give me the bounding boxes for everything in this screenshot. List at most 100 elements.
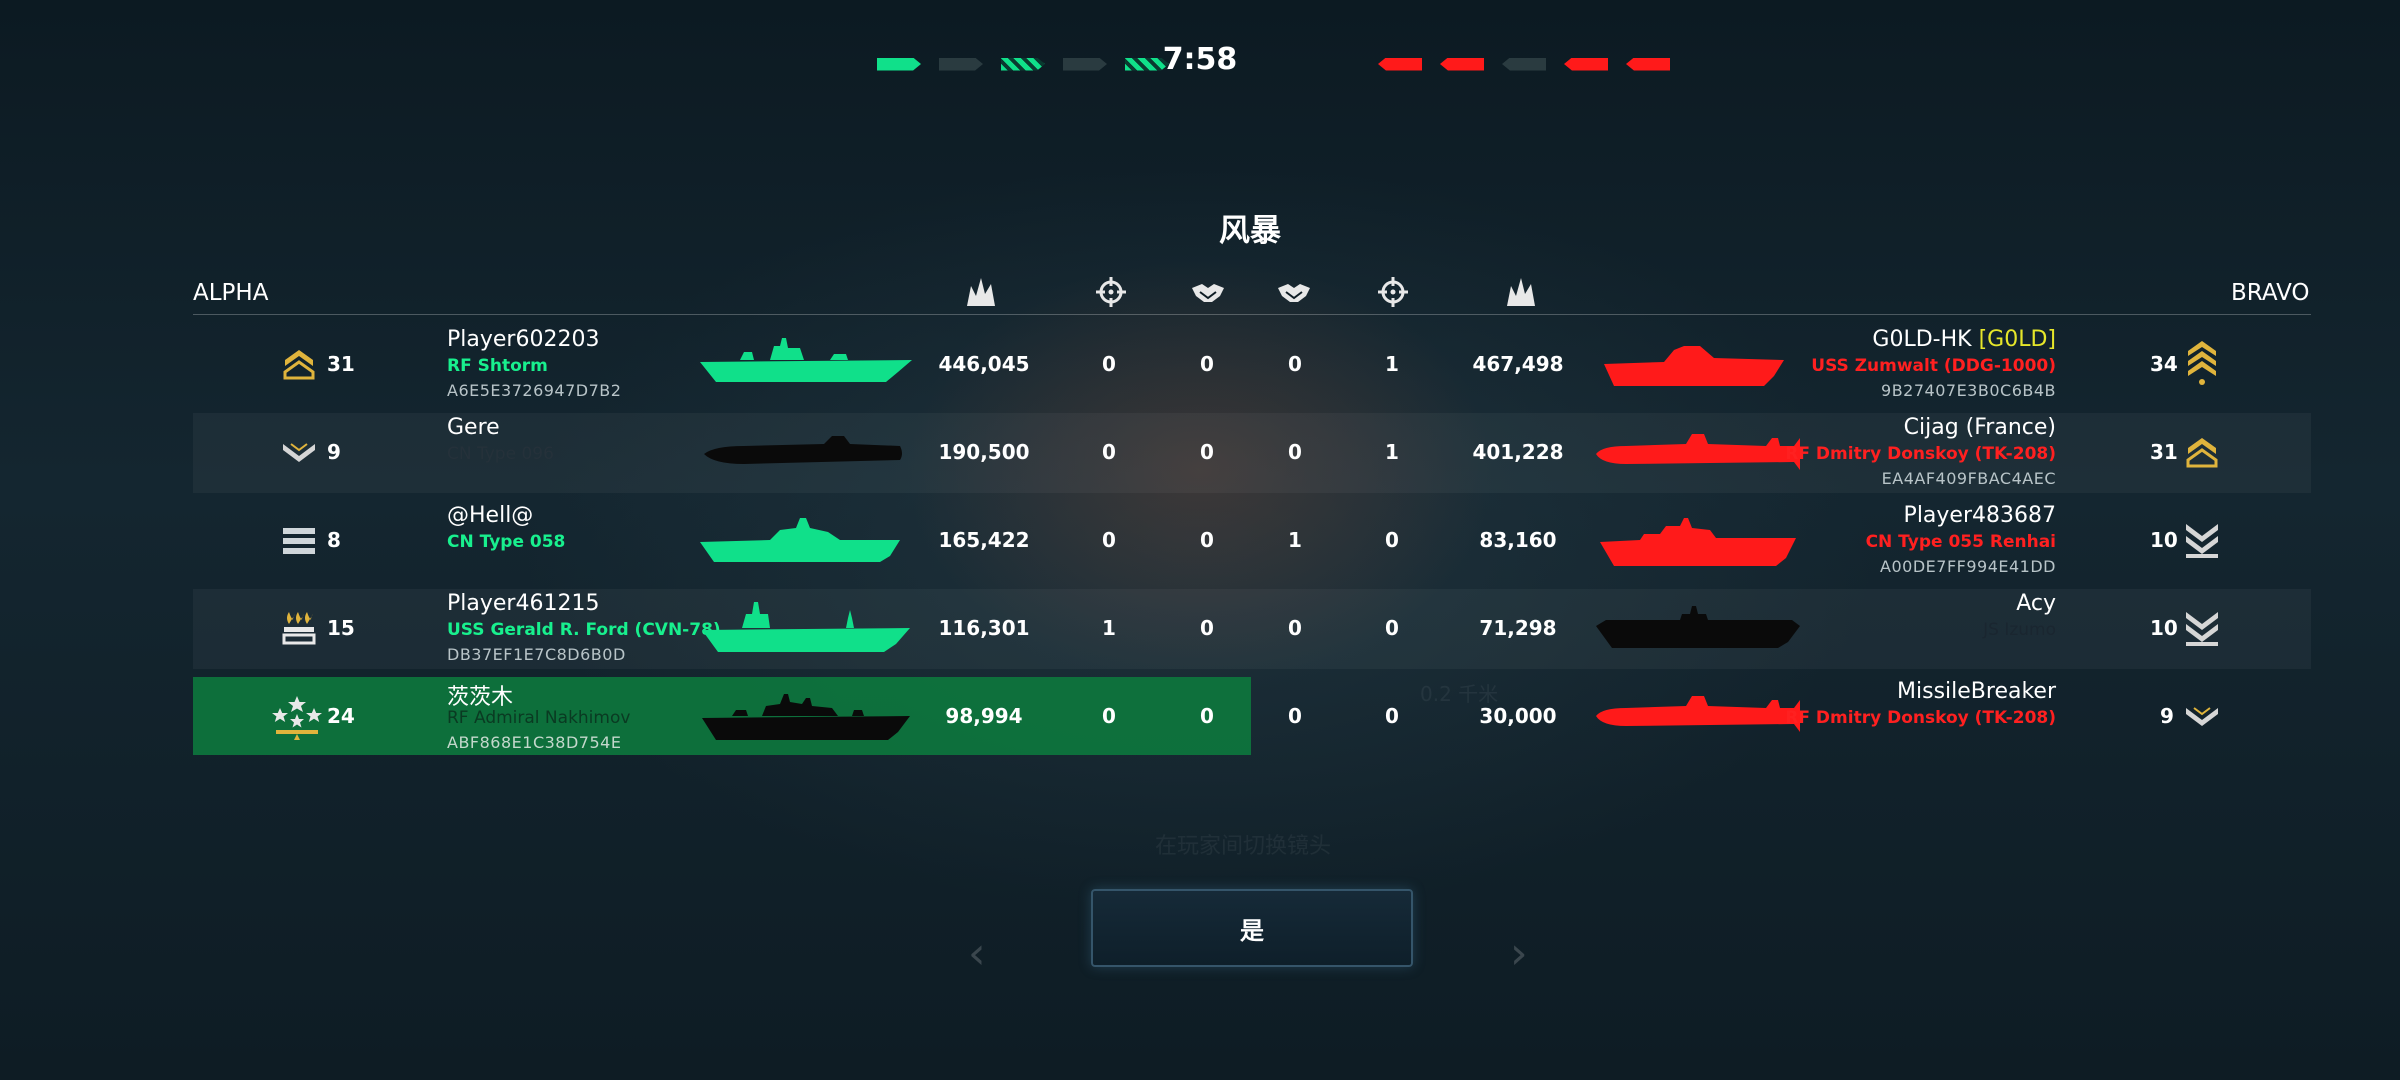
alpha-damage: 190,500: [938, 440, 1030, 464]
confirm-button[interactable]: 是: [1091, 889, 1413, 967]
bravo-assists: 0: [1288, 352, 1302, 376]
player-ship: USS Gerald R. Ford (CVN-78): [447, 620, 721, 640]
flames-rank-icon: [282, 612, 316, 645]
player-name[interactable]: @Hell@: [447, 503, 533, 528]
ship-silhouette-icon: [702, 602, 910, 652]
player-id: EA4AF409FBAC4AEC: [1881, 469, 2056, 488]
alpha-assists: 0: [1200, 352, 1214, 376]
match-timer: 7:58: [1162, 42, 1238, 77]
player-id: A6E5E3726947D7B2: [447, 381, 622, 400]
bravo-assists: 0: [1288, 704, 1302, 728]
player-level: 34: [2150, 352, 2178, 376]
player-name[interactable]: Acy: [2016, 591, 2056, 616]
bravo-kills: 0: [1385, 704, 1399, 728]
team-alpha-label: ALPHA: [193, 280, 269, 306]
alpha-kills: 0: [1102, 704, 1116, 728]
damage-icon: [967, 278, 995, 306]
bravo-kills: 0: [1385, 528, 1399, 552]
silver-double-chevron-rank-icon: [2186, 524, 2218, 558]
header-divider: [193, 314, 2311, 315]
distance-hint: 0.2 千米: [1420, 682, 1499, 706]
bravo-damage: 71,298: [1479, 616, 1557, 640]
prev-player-arrow-icon: ‹: [968, 928, 986, 979]
player-id: 9B27407E3B0C6B4B: [1881, 381, 2056, 400]
player-ship: RF Dmitry Donskoy (TK-208): [1785, 708, 2056, 728]
alpha-kills: 1: [1102, 616, 1116, 640]
player-name[interactable]: MissileBreaker: [1897, 679, 2056, 704]
player-ship: USS Zumwalt (DDG-1000): [1811, 356, 2056, 376]
player-level: 15: [327, 616, 355, 640]
bravo-point-2: [1440, 57, 1484, 71]
alpha-point-3: [1001, 57, 1045, 71]
bravo-assists: 0: [1288, 440, 1302, 464]
ship-silhouette-icon: [700, 338, 912, 382]
alpha-progress: [877, 46, 1169, 82]
bravo-damage: 401,228: [1472, 440, 1564, 464]
switch-camera-hint: 在玩家间切换镜头: [1155, 834, 1332, 859]
player-name[interactable]: 茨茨木: [447, 679, 513, 711]
player-name[interactable]: Player602203: [447, 327, 599, 352]
bravo-damage: 30,000: [1479, 704, 1557, 728]
player-name-text: G0LD-HK: [1872, 327, 1972, 352]
silver-chevron-rank-icon: [2186, 707, 2218, 726]
alpha-point-4: [1063, 57, 1107, 71]
player-ship: CN Type 058: [447, 532, 566, 552]
gold-triple-chevron-rank-icon: [2188, 341, 2216, 385]
kill-icon: [1378, 277, 1408, 307]
next-player-arrow-icon: ›: [1510, 928, 1528, 979]
silver-double-chevron-rank-icon: [2186, 612, 2218, 646]
ship-silhouette-icon: [704, 436, 902, 464]
map-name: 风暴: [1219, 213, 1281, 249]
alpha-assists: 0: [1200, 528, 1214, 552]
bars-rank-icon: [283, 528, 315, 554]
player-level: 31: [2150, 440, 2178, 464]
bravo-kills: 1: [1385, 440, 1399, 464]
kill-icon: [1096, 277, 1126, 307]
stars-rank-icon: [272, 696, 322, 740]
bravo-assists: 0: [1288, 616, 1302, 640]
ship-silhouette-icon: [702, 694, 910, 740]
bravo-point-5: [1626, 57, 1670, 71]
ship-silhouette-icon: [1596, 434, 1800, 470]
bravo-point-4: [1564, 57, 1608, 71]
ship-silhouette-icon: [1596, 606, 1800, 648]
assist-icon: [1278, 284, 1310, 302]
alpha-damage: 446,045: [938, 352, 1030, 376]
gold-chevron-rank-icon: [283, 350, 315, 380]
player-level: 10: [2150, 616, 2178, 640]
player-level: 10: [2150, 528, 2178, 552]
bravo-progress: [1378, 46, 1670, 82]
bravo-point-3: [1502, 57, 1546, 71]
ship-silhouette-icon: [1596, 696, 1800, 732]
bravo-assists: 1: [1288, 528, 1302, 552]
ship-silhouette-icon: [1600, 518, 1796, 566]
team-bravo-label: BRAVO: [2231, 280, 2310, 306]
silver-chevron-rank-icon: [283, 443, 315, 462]
alpha-damage: 98,994: [945, 704, 1023, 728]
alpha-kills: 0: [1102, 528, 1116, 552]
player-level: 9: [327, 440, 341, 464]
player-level: 31: [327, 352, 355, 376]
player-ship: RF Admiral Nakhimov: [447, 708, 631, 728]
player-name[interactable]: Cijag (France): [1904, 415, 2056, 440]
ship-silhouette-icon: [1604, 346, 1784, 386]
bravo-point-1: [1378, 57, 1422, 71]
alpha-damage: 165,422: [938, 528, 1030, 552]
bravo-kills: 1: [1385, 352, 1399, 376]
alpha-point-2: [939, 57, 983, 71]
player-ship: JS Izumo: [1983, 620, 2056, 640]
bravo-kills: 0: [1385, 616, 1399, 640]
damage-icon: [1507, 278, 1535, 306]
player-id: ABF868E1C38D754E: [447, 733, 622, 752]
player-level: 9: [2160, 704, 2174, 728]
gold-chevron-rank-icon: [2186, 438, 2218, 468]
alpha-assists: 0: [1200, 704, 1214, 728]
player-name[interactable]: G0LD-HK [G0LD]: [1872, 327, 2056, 352]
player-name[interactable]: Gere: [447, 415, 500, 440]
ship-silhouette-icon: [700, 518, 900, 562]
bravo-damage: 467,498: [1472, 352, 1564, 376]
alpha-damage: 116,301: [938, 616, 1030, 640]
player-name[interactable]: Player461215: [447, 591, 599, 616]
player-ship: RF Shtorm: [447, 356, 548, 376]
player-name[interactable]: Player483687: [1904, 503, 2056, 528]
